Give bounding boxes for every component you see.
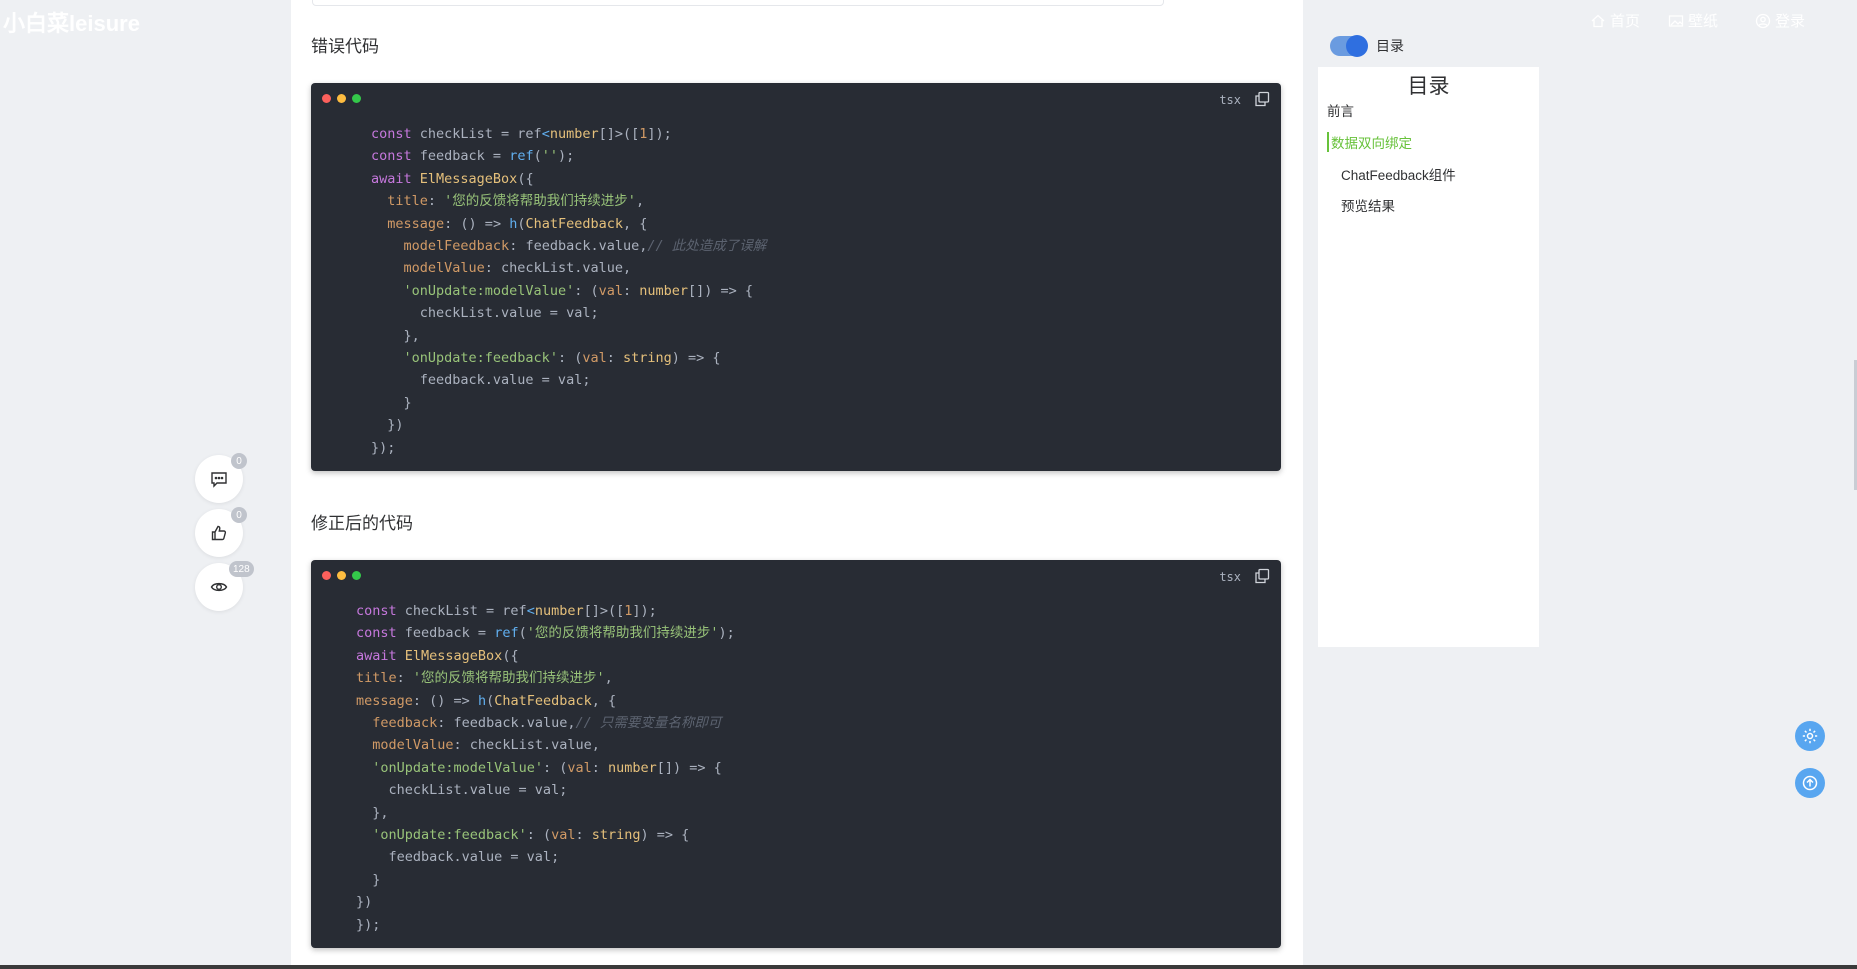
arrow-up-icon [1802, 775, 1818, 791]
code-content: const checkList = ref<number[]>([1]); con… [311, 590, 1281, 948]
toc-toggle-row: 目录 [1330, 35, 1404, 57]
nav-link-wallpaper[interactable]: 壁纸 [1668, 10, 1718, 31]
previous-block [312, 0, 1164, 6]
code-line: const feedback = ref(''); [371, 148, 575, 165]
dot-yellow [337, 94, 346, 103]
window-dots [322, 571, 361, 580]
code-line: const checkList = ref<number[]>([1]); [371, 126, 672, 142]
code-line: await ElMessageBox({ [371, 170, 534, 187]
comment-icon [211, 472, 227, 488]
dot-red [322, 571, 331, 580]
comment-button[interactable]: 0 [195, 453, 247, 503]
switch-knob [1346, 35, 1368, 57]
gear-icon [1802, 728, 1818, 744]
code-block-fixed: tsx const checkList = ref<number[]>([1])… [311, 560, 1281, 949]
nav-link-login[interactable]: 登录 [1755, 10, 1805, 31]
code-line: feedback: feedback.value,// 只需要变量名称即可 [372, 715, 722, 732]
code-line: message: () => h(ChatFeedback, { [356, 692, 617, 709]
code-block-wrong: tsx const checkList = ref<number[]>([1])… [311, 83, 1281, 472]
heading-wrong-code: 错误代码 [311, 37, 379, 56]
code-lang: tsx [1219, 93, 1241, 107]
window-dots [322, 94, 361, 103]
code-line: 'onUpdate:feedback': (val: string) => { [372, 827, 690, 844]
view-count-badge: 128 [229, 561, 254, 577]
top-nav: 首页 壁纸 登录 [0, 10, 1857, 32]
dot-red [322, 94, 331, 103]
user-icon [1755, 13, 1771, 28]
code-line: title: '您的反馈将帮助我们持续进步', [356, 670, 613, 687]
toc-item-preview[interactable]: 预览结果 [1341, 195, 1395, 215]
code-line: }, [371, 327, 420, 344]
code-header: tsx [311, 83, 1281, 113]
thumbs-up-icon [211, 525, 227, 541]
code-header: tsx [311, 560, 1281, 590]
dot-green [352, 94, 361, 103]
toc-title: 目录 [1407, 75, 1450, 98]
nav-link-label: 首页 [1610, 13, 1641, 30]
code-line: } [356, 871, 381, 888]
dot-yellow [337, 571, 346, 580]
back-to-top-button[interactable] [1795, 768, 1825, 798]
code-line: message: () => h(ChatFeedback, { [387, 215, 648, 232]
code-line: }) [356, 894, 373, 911]
settings-button[interactable] [1795, 721, 1825, 751]
toc-toggle-switch[interactable] [1330, 35, 1368, 57]
like-button[interactable]: 0 [195, 507, 247, 557]
nav-link-label: 登录 [1775, 13, 1806, 30]
code-line: 'onUpdate:modelValue': (val: number[]) =… [372, 759, 722, 776]
toc-item-intro[interactable]: 前言 [1327, 100, 1354, 120]
code-line: checkList.value = val; [356, 782, 568, 799]
code-line: title: '您的反馈将帮助我们持续进步', [387, 193, 645, 210]
code-line: feedback.value = val; [371, 372, 591, 389]
view-count-button[interactable]: 128 [195, 561, 254, 611]
nav-link-label: 壁纸 [1688, 13, 1719, 30]
code-line: } [371, 394, 412, 411]
code-line: }); [371, 439, 396, 456]
image-icon [1668, 14, 1684, 27]
dot-green [352, 571, 361, 580]
copy-icon[interactable] [1254, 91, 1270, 107]
toc-item-data-binding[interactable]: 数据双向绑定 [1327, 132, 1412, 152]
code-line: await ElMessageBox({ [356, 647, 519, 664]
toc-item-chatfeedback[interactable]: ChatFeedback组件 [1341, 164, 1456, 184]
eye-icon [210, 582, 228, 592]
bottom-bar [0, 965, 1857, 969]
comment-count-badge: 0 [231, 453, 247, 469]
code-line: modelValue: checkList.value, [372, 737, 600, 754]
code-line: checkList.value = val; [371, 305, 599, 322]
code-content: const checkList = ref<number[]>([1]); con… [311, 113, 1281, 471]
toc-toggle-label: 目录 [1376, 38, 1404, 54]
code-line: 'onUpdate:modelValue': (val: number[]) =… [403, 282, 754, 299]
toc-panel: 目录 前言 数据双向绑定 ChatFeedback组件 预览结果 [1318, 67, 1539, 647]
heading-fixed-code: 修正后的代码 [311, 514, 413, 533]
code-line: feedback.value = val; [356, 849, 560, 866]
code-line: 'onUpdate:feedback': (val: string) => { [403, 350, 721, 367]
copy-icon[interactable] [1254, 568, 1270, 584]
home-icon [1591, 14, 1605, 27]
nav-link-home[interactable]: 首页 [1590, 10, 1640, 31]
code-lang: tsx [1219, 570, 1241, 584]
code-line: }, [356, 804, 389, 821]
code-line: const feedback = ref('您的反馈将帮助我们持续进步'); [356, 625, 735, 642]
code-line: }) [371, 417, 404, 434]
code-line: modelValue: checkList.value, [403, 260, 632, 277]
like-count-badge: 0 [231, 507, 247, 523]
article-content: 错误代码 tsx const checkList = ref<number[]>… [291, 0, 1303, 969]
code-line: const checkList = ref<number[]>([1]); [356, 603, 657, 619]
code-line: }); [356, 916, 381, 933]
code-line: modelFeedback: feedback.value,// 此处造成了误解 [403, 238, 767, 255]
